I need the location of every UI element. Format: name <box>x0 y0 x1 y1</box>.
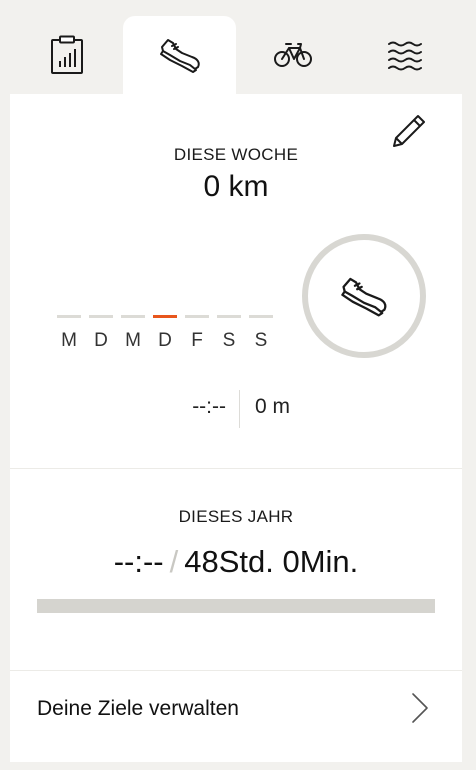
year-stats: --:--/48Std. 0Min. <box>10 544 462 580</box>
day-item: S <box>216 315 242 352</box>
chevron-right-icon <box>412 693 428 723</box>
tab-overview[interactable] <box>10 16 123 94</box>
week-stats: --:-- 0 m <box>10 390 462 428</box>
day-bar <box>153 315 177 318</box>
clipboard-chart-icon <box>50 35 83 74</box>
year-current: --:-- <box>113 544 164 579</box>
pencil-icon <box>393 115 425 147</box>
shoe-icon <box>341 277 387 317</box>
year-separator: / <box>169 544 179 579</box>
section-divider <box>10 468 462 469</box>
day-item: D <box>88 315 114 352</box>
day-item: F <box>184 315 210 352</box>
day-label: D <box>158 330 172 351</box>
day-bar <box>185 315 209 318</box>
year-progress-bar <box>37 599 435 613</box>
day-bar <box>89 315 113 318</box>
day-item: D <box>152 315 178 352</box>
day-label: M <box>61 330 77 351</box>
waves-icon <box>387 41 422 71</box>
day-label: F <box>191 330 203 351</box>
manage-goals-label: Deine Ziele verwalten <box>37 697 239 720</box>
day-label: S <box>254 330 268 351</box>
tab-swimming[interactable] <box>349 16 462 94</box>
tab-cycling[interactable] <box>236 16 349 94</box>
bicycle-icon <box>273 43 312 67</box>
day-bar <box>249 315 273 318</box>
manage-goals-row[interactable]: Deine Ziele verwalten <box>10 671 462 762</box>
day-bar <box>121 315 145 318</box>
day-bar <box>217 315 241 318</box>
year-title: DIESES JAHR <box>178 507 294 526</box>
goals-card: DIESE WOCHE 0 km M D M D F S S --:-- 0 m… <box>10 94 462 762</box>
edit-goal-button[interactable] <box>388 112 428 152</box>
week-progress-ring <box>302 234 426 358</box>
goals-widget: DIESE WOCHE 0 km M D M D F S S --:-- 0 m… <box>10 16 462 762</box>
day-bar <box>57 315 81 318</box>
shoe-icon <box>159 39 200 73</box>
day-item: S <box>248 315 274 352</box>
day-item: M <box>120 315 146 352</box>
day-label: M <box>125 330 141 351</box>
day-label: D <box>94 330 108 351</box>
week-duration: --:-- <box>192 395 226 418</box>
tab-running[interactable] <box>123 16 236 94</box>
stat-divider <box>239 390 240 428</box>
day-item: M <box>56 315 82 352</box>
week-elevation: 0 m <box>255 395 291 418</box>
year-goal: 48Std. 0Min. <box>184 544 359 579</box>
week-distance: 0 km <box>203 170 269 203</box>
day-label: S <box>222 330 236 351</box>
